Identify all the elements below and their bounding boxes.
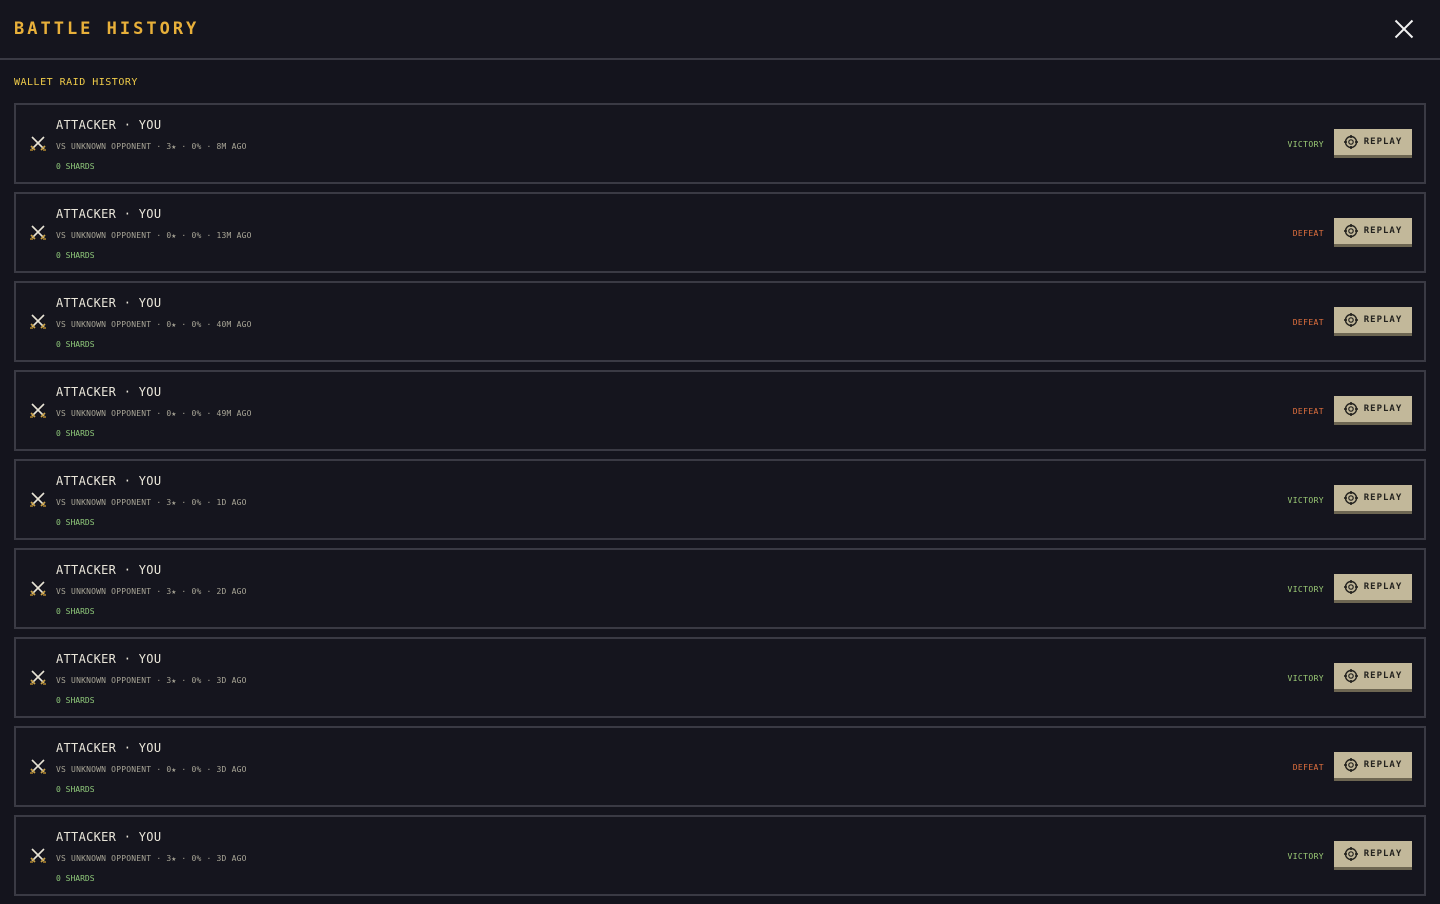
battle-role: ATTACKER · YOU [56,207,162,221]
replay-button[interactable]: REPLAY [1334,663,1412,692]
replay-label: REPLAY [1363,493,1403,503]
crossed-swords-icon [29,579,47,597]
replay-label: REPLAY [1363,315,1403,325]
battle-list: ATTACKER · YOU VS UNKNOWN OPPONENT · 3★ … [14,103,1426,904]
replay-icon [1343,491,1358,505]
battle-result: DEFEAT [1292,407,1324,416]
replay-label: REPLAY [1363,760,1403,770]
battle-result: VICTORY [1287,852,1324,861]
battle-result: DEFEAT [1292,763,1324,772]
battle-card: ATTACKER · YOU VS UNKNOWN OPPONENT · 3★ … [14,815,1426,896]
battle-shards: 0 SHARDS [56,607,95,616]
replay-icon [1343,135,1358,149]
battle-card: ATTACKER · YOU VS UNKNOWN OPPONENT · 3★ … [14,459,1426,540]
battle-details: VS UNKNOWN OPPONENT · 0★ · 0% · 40M AGO [56,320,252,329]
replay-icon [1343,313,1358,327]
battle-role: ATTACKER · YOU [56,296,162,310]
page-title: BATTLE HISTORY [14,19,200,39]
battle-shards: 0 SHARDS [56,874,95,883]
crossed-swords-icon [29,401,47,419]
battle-role: ATTACKER · YOU [56,385,162,399]
replay-button[interactable]: REPLAY [1334,841,1412,870]
battle-details: VS UNKNOWN OPPONENT · 3★ · 0% · 1D AGO [56,498,247,507]
crossed-swords-icon [29,668,47,686]
section-label: WALLET RAID HISTORY [14,77,138,88]
battle-shards: 0 SHARDS [56,340,95,349]
battle-role: ATTACKER · YOU [56,830,162,844]
battle-details: VS UNKNOWN OPPONENT · 3★ · 0% · 8M AGO [56,142,247,151]
battle-card: ATTACKER · YOU VS UNKNOWN OPPONENT · 3★ … [14,103,1426,184]
battle-card: ATTACKER · YOU VS UNKNOWN OPPONENT · 3★ … [14,637,1426,718]
battle-role: ATTACKER · YOU [56,474,162,488]
battle-result: VICTORY [1287,140,1324,149]
battle-details: VS UNKNOWN OPPONENT · 0★ · 0% · 49M AGO [56,409,252,418]
replay-button[interactable]: REPLAY [1334,129,1412,158]
battle-shards: 0 SHARDS [56,251,95,260]
crossed-swords-icon [29,134,47,152]
crossed-swords-icon [29,223,47,241]
replay-label: REPLAY [1363,849,1403,859]
battle-details: VS UNKNOWN OPPONENT · 3★ · 0% · 3D AGO [56,854,247,863]
battle-shards: 0 SHARDS [56,162,95,171]
battle-result: DEFEAT [1292,229,1324,238]
replay-button[interactable]: REPLAY [1334,485,1412,514]
replay-label: REPLAY [1363,137,1403,147]
battle-role: ATTACKER · YOU [56,652,162,666]
replay-button[interactable]: REPLAY [1334,752,1412,781]
replay-button[interactable]: REPLAY [1334,218,1412,247]
replay-icon [1343,847,1358,861]
battle-result: VICTORY [1287,585,1324,594]
battle-details: VS UNKNOWN OPPONENT · 0★ · 0% · 3D AGO [56,765,247,774]
battle-shards: 0 SHARDS [56,518,95,527]
replay-icon [1343,580,1358,594]
crossed-swords-icon [29,846,47,864]
battle-card: ATTACKER · YOU VS UNKNOWN OPPONENT · 3★ … [14,548,1426,629]
crossed-swords-icon [29,490,47,508]
battle-card: ATTACKER · YOU VS UNKNOWN OPPONENT · 0★ … [14,192,1426,273]
battle-details: VS UNKNOWN OPPONENT · 0★ · 0% · 13M AGO [56,231,252,240]
battle-shards: 0 SHARDS [56,785,95,794]
battle-card: ATTACKER · YOU VS UNKNOWN OPPONENT · 0★ … [14,726,1426,807]
battle-result: DEFEAT [1292,318,1324,327]
replay-label: REPLAY [1363,671,1403,681]
battle-details: VS UNKNOWN OPPONENT · 3★ · 0% · 3D AGO [56,676,247,685]
crossed-swords-icon [29,312,47,330]
replay-icon [1343,224,1358,238]
battle-card: ATTACKER · YOU VS UNKNOWN OPPONENT · 0★ … [14,370,1426,451]
replay-icon [1343,402,1358,416]
crossed-swords-icon [29,757,47,775]
replay-label: REPLAY [1363,582,1403,592]
battle-result: VICTORY [1287,496,1324,505]
close-icon[interactable] [1392,17,1416,41]
battle-card: ATTACKER · YOU VS UNKNOWN OPPONENT · 0★ … [14,281,1426,362]
replay-button[interactable]: REPLAY [1334,396,1412,425]
battle-role: ATTACKER · YOU [56,563,162,577]
battle-result: VICTORY [1287,674,1324,683]
battle-role: ATTACKER · YOU [56,118,162,132]
battle-details: VS UNKNOWN OPPONENT · 3★ · 0% · 2D AGO [56,587,247,596]
replay-button[interactable]: REPLAY [1334,307,1412,336]
modal-header: BATTLE HISTORY [0,0,1440,60]
replay-label: REPLAY [1363,404,1403,414]
replay-icon [1343,669,1358,683]
replay-button[interactable]: REPLAY [1334,574,1412,603]
replay-label: REPLAY [1363,226,1403,236]
battle-shards: 0 SHARDS [56,429,95,438]
battle-shards: 0 SHARDS [56,696,95,705]
battle-role: ATTACKER · YOU [56,741,162,755]
replay-icon [1343,758,1358,772]
